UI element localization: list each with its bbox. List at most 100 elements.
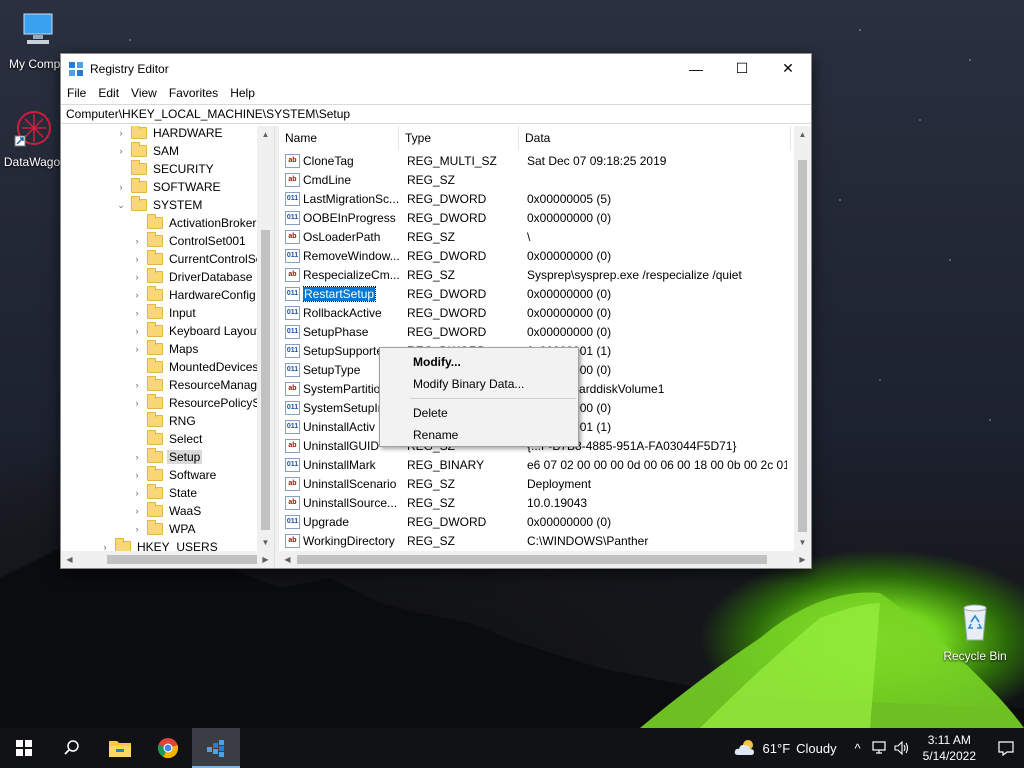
tree-item-select[interactable]: Select xyxy=(131,430,204,448)
volume-button[interactable] xyxy=(891,728,913,768)
scroll-right-icon[interactable]: ▶ xyxy=(794,551,811,568)
tree-item-currentcontrolset[interactable]: › CurrentControlSet xyxy=(131,250,268,268)
scroll-left-icon[interactable]: ◀ xyxy=(61,551,78,568)
chevron-right-icon[interactable]: › xyxy=(131,322,143,340)
scroll-thumb[interactable] xyxy=(798,160,807,532)
tree-item-system[interactable]: ⌄ SYSTEM xyxy=(115,196,204,214)
clock[interactable]: 3:11 AM 5/14/2022 xyxy=(923,732,976,764)
minimize-button[interactable]: — xyxy=(673,54,719,83)
network-button[interactable] xyxy=(869,728,891,768)
show-hidden-icons-button[interactable]: ^ xyxy=(847,728,869,768)
chevron-right-icon[interactable]: › xyxy=(131,394,143,412)
chevron-right-icon[interactable] xyxy=(131,412,143,430)
notifications-button[interactable] xyxy=(988,728,1024,768)
tree-item-controlset001[interactable]: › ControlSet001 xyxy=(131,232,248,250)
tree-vertical-scrollbar[interactable]: ▲ ▼ xyxy=(257,126,274,551)
chevron-right-icon[interactable]: › xyxy=(131,232,143,250)
chevron-down-icon[interactable]: ⌄ xyxy=(115,196,127,214)
scroll-thumb[interactable] xyxy=(297,555,767,564)
column-header-data[interactable]: Data xyxy=(519,126,791,150)
menu-view[interactable]: View xyxy=(125,83,163,103)
tree-item-keyboard-layout[interactable]: › Keyboard Layout xyxy=(131,322,262,340)
start-button[interactable] xyxy=(0,728,48,768)
value-row[interactable]: ab UninstallScenario REG_SZ Deployment xyxy=(279,475,791,494)
weather-widget[interactable]: 61°F Cloudy xyxy=(733,739,837,757)
title-bar[interactable]: Registry Editor — ☐ ✕ xyxy=(61,54,811,83)
list-vertical-scrollbar[interactable]: ▲ ▼ xyxy=(794,126,811,551)
tree-item-mounteddevices[interactable]: MountedDevices xyxy=(131,358,260,376)
scroll-up-icon[interactable]: ▲ xyxy=(794,126,811,143)
scroll-thumb[interactable] xyxy=(261,230,270,530)
value-row[interactable]: ab WorkingDirectory REG_SZ C:\WINDOWS\Panth… xyxy=(279,532,791,551)
list-horizontal-scrollbar[interactable]: ◀ ▶ xyxy=(279,551,811,568)
chevron-right-icon[interactable]: › xyxy=(131,340,143,358)
desktop-icon-recycle-bin[interactable]: Recycle Bin xyxy=(937,602,1013,663)
tree-item-resourcepolicystore[interactable]: › ResourcePolicyStore xyxy=(131,394,274,412)
scroll-up-icon[interactable]: ▲ xyxy=(257,126,274,143)
chevron-right-icon[interactable] xyxy=(131,358,143,376)
column-header-type[interactable]: Type xyxy=(399,126,519,150)
chevron-right-icon[interactable]: › xyxy=(131,466,143,484)
value-row[interactable]: 011 RemoveWindow... REG_DWORD 0x00000000 (0… xyxy=(279,247,791,266)
taskbar-chrome[interactable] xyxy=(144,728,192,768)
value-row[interactable]: 011 LastMigrationSc... REG_DWORD 0x00000005… xyxy=(279,190,791,209)
value-row[interactable]: 011 RestartSetup REG_DWORD 0x00000000 (0) xyxy=(279,285,791,304)
chevron-right-icon[interactable]: › xyxy=(115,178,127,196)
chevron-right-icon[interactable]: › xyxy=(115,142,127,160)
close-button[interactable]: ✕ xyxy=(765,54,811,83)
chevron-right-icon[interactable]: › xyxy=(131,250,143,268)
value-row[interactable]: 011 OOBEInProgress REG_DWORD 0x00000000 (0) xyxy=(279,209,791,228)
address-bar[interactable]: Computer\HKEY_LOCAL_MACHINE\SYSTEM\Setup xyxy=(61,104,811,124)
value-row[interactable]: 011 SetupPhase REG_DWORD 0x00000000 (0) xyxy=(279,323,791,342)
chevron-right-icon[interactable]: › xyxy=(131,502,143,520)
tree-item-hardware[interactable]: › HARDWARE xyxy=(115,126,225,142)
chevron-right-icon[interactable]: › xyxy=(131,520,143,538)
maximize-button[interactable]: ☐ xyxy=(719,54,765,83)
tree-item-software[interactable]: › Software xyxy=(131,466,218,484)
chevron-right-icon[interactable]: › xyxy=(131,448,143,466)
tree-item-software[interactable]: › SOFTWARE xyxy=(115,178,223,196)
value-row[interactable]: 011 RollbackActive REG_DWORD 0x00000000 (0) xyxy=(279,304,791,323)
context-delete[interactable]: Delete xyxy=(380,402,578,424)
tree-item-wpa[interactable]: › WPA xyxy=(131,520,197,538)
chevron-right-icon[interactable]: › xyxy=(131,304,143,322)
scroll-down-icon[interactable]: ▼ xyxy=(794,534,811,551)
tree-item-sam[interactable]: › SAM xyxy=(115,142,181,160)
tree-horizontal-scrollbar[interactable]: ◀ ▶ xyxy=(61,551,274,568)
column-header-name[interactable]: Name xyxy=(279,126,399,150)
value-row[interactable]: 011 UninstallMark REG_BINARY e6 07 02 00 00… xyxy=(279,456,791,475)
key-tree-pane[interactable]: › HARDWARE › SAM SECURITY › SOFTWARE ⌄ SYSTEM Act… xyxy=(61,126,275,568)
value-row[interactable]: ab OsLoaderPath REG_SZ \ xyxy=(279,228,791,247)
chevron-right-icon[interactable]: › xyxy=(131,376,143,394)
taskbar-file-explorer[interactable] xyxy=(96,728,144,768)
context-modify[interactable]: Modify... xyxy=(380,351,578,373)
chevron-right-icon[interactable] xyxy=(131,430,143,448)
context-modify-binary[interactable]: Modify Binary Data... xyxy=(380,373,578,395)
value-row[interactable]: ab UninstallSource... REG_SZ 10.0.19043 xyxy=(279,494,791,513)
scroll-down-icon[interactable]: ▼ xyxy=(257,534,274,551)
menu-help[interactable]: Help xyxy=(224,83,261,103)
scroll-left-icon[interactable]: ◀ xyxy=(279,551,296,568)
value-row[interactable]: ab RespecializeCm... REG_SZ Sysprep\sysprep… xyxy=(279,266,791,285)
tree-item-state[interactable]: › State xyxy=(131,484,199,502)
tree-item-rng[interactable]: RNG xyxy=(131,412,198,430)
chevron-right-icon[interactable]: › xyxy=(131,268,143,286)
menu-edit[interactable]: Edit xyxy=(92,83,125,103)
taskbar-registry-editor[interactable] xyxy=(192,728,240,768)
value-row[interactable]: ab CmdLine REG_SZ xyxy=(279,171,791,190)
tree-item-hardwareconfig[interactable]: › HardwareConfig xyxy=(131,286,258,304)
chevron-right-icon[interactable]: › xyxy=(115,126,127,142)
menu-favorites[interactable]: Favorites xyxy=(163,83,224,103)
tree-item-input[interactable]: › Input xyxy=(131,304,198,322)
value-row[interactable]: 011 Upgrade REG_DWORD 0x00000000 (0) xyxy=(279,513,791,532)
tree-item-maps[interactable]: › Maps xyxy=(131,340,200,358)
tree-item-driverdatabase[interactable]: › DriverDatabase xyxy=(131,268,254,286)
tree-item-setup[interactable]: › Setup xyxy=(131,448,203,466)
scroll-thumb[interactable] xyxy=(107,555,257,564)
context-rename[interactable]: Rename xyxy=(380,424,578,446)
tree-item-activationbroker[interactable]: ActivationBroker xyxy=(131,214,258,232)
chevron-right-icon[interactable]: › xyxy=(131,286,143,304)
menu-file[interactable]: File xyxy=(61,83,92,103)
tree-item-waas[interactable]: › WaaS xyxy=(131,502,203,520)
value-row[interactable]: ab CloneTag REG_MULTI_SZ Sat Dec 07 09:18:2… xyxy=(279,152,791,171)
